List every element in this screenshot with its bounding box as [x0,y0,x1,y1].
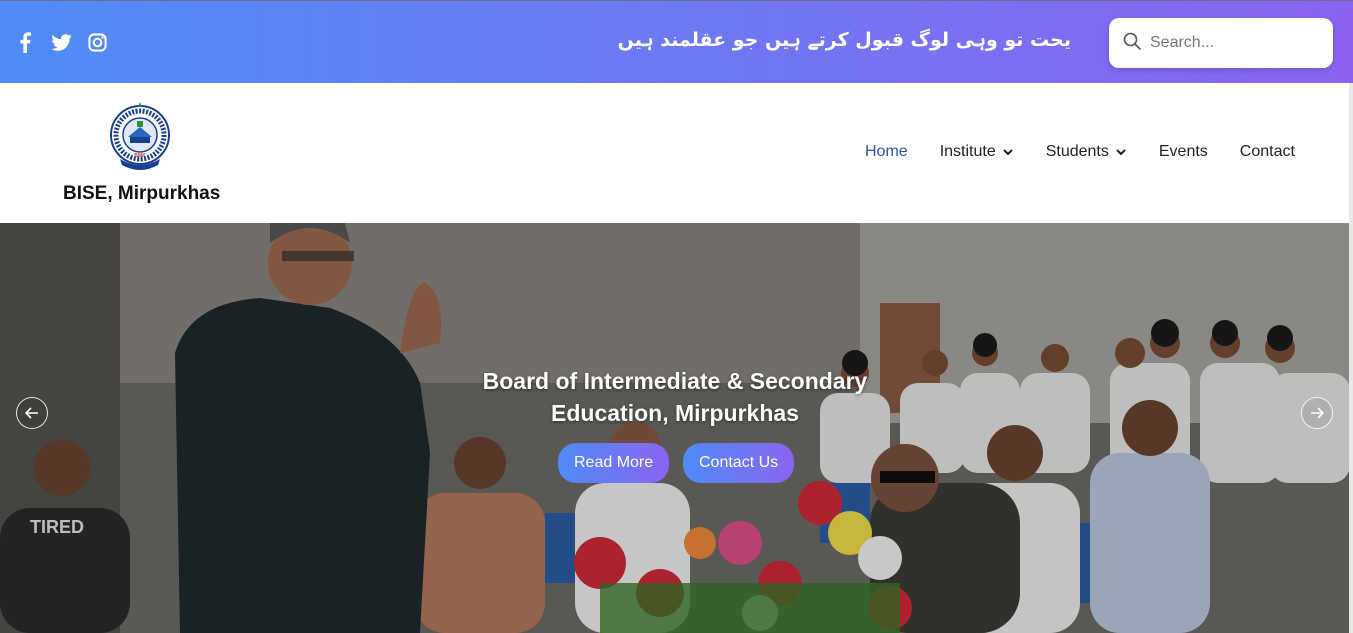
board-logo[interactable]: BMK [108,99,172,177]
contact-us-button[interactable]: Contact Us [683,443,795,483]
top-bar: یحت تو وہی لوگ قبول کرتے ہیں جو عقلمند ہ… [0,0,1353,83]
nav-institute-label: Institute [939,143,996,160]
chevron-down-icon [1116,149,1126,156]
site-header: BMK BISE, Mirpurkhas Home Institute Stud… [0,83,1353,223]
nav-contact[interactable]: Contact [1240,143,1295,161]
main-nav: Home Institute Students Events Contact [865,143,1295,161]
twitter-icon[interactable] [50,31,72,53]
slider-prev-button[interactable] [16,397,48,429]
site-brand[interactable]: BISE, Mirpurkhas [63,183,220,205]
nav-contact-label: Contact [1239,143,1295,160]
social-links [14,31,108,53]
nav-students[interactable]: Students [1046,143,1127,161]
hero-title-line2: Education, Mirpurkhas [551,400,799,426]
urdu-tagline: یحت تو وہی لوگ قبول کرتے ہیں جو عقلمند ہ… [617,29,1071,51]
page-scrollbar[interactable] [1349,83,1353,633]
facebook-icon[interactable] [14,31,36,53]
slider-next-button[interactable] [1301,397,1333,429]
hero-title: Board of Intermediate & Secondary Educat… [430,365,920,429]
chevron-down-icon [1003,149,1013,156]
search-input[interactable] [1150,34,1320,52]
nav-students-label: Students [1045,143,1109,160]
nav-events[interactable]: Events [1159,143,1208,161]
arrow-left-icon [25,407,38,419]
read-more-button[interactable]: Read More [558,443,670,483]
nav-events-label: Events [1158,143,1208,160]
hero-slider: TIRED Board of Intermediate & Secondary … [0,223,1353,633]
instagram-icon[interactable] [86,31,108,53]
search-box[interactable] [1109,18,1333,68]
nav-home-label: Home [865,143,908,160]
logo-text: BMK [134,153,146,159]
hero-title-line1: Board of Intermediate & Secondary [482,368,868,394]
nav-institute[interactable]: Institute [940,143,1014,161]
search-icon [1123,32,1141,55]
nav-home[interactable]: Home [865,143,908,161]
arrow-right-icon [1311,407,1324,419]
